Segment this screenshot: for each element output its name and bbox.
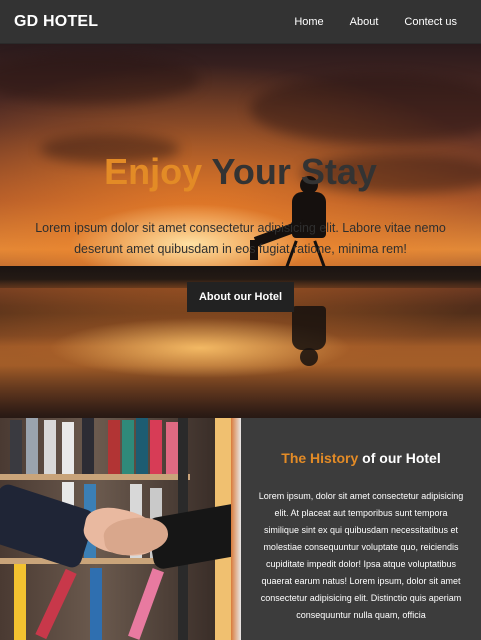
hero-title-rest: Your Stay (211, 151, 377, 192)
history-title-prefix: The (281, 450, 307, 466)
navbar: GD HOTEL Home About Contect us (0, 0, 481, 44)
history-title-suffix: of our Hotel (362, 450, 441, 466)
book (62, 422, 74, 474)
about-hotel-button[interactable]: About our Hotel (186, 282, 295, 312)
book (136, 418, 148, 474)
brand-logo[interactable]: GD HOTEL (14, 13, 98, 31)
nav-links: Home About Contect us (268, 16, 457, 28)
hero-description: Lorem ipsum dolor sit amet consectetur a… (35, 221, 446, 256)
book (166, 422, 178, 474)
hero-title: Enjoy Your Stay (0, 154, 481, 190)
shelf-plank (0, 474, 190, 480)
book (44, 420, 56, 474)
nav-link-about[interactable]: About (350, 16, 379, 28)
book (122, 420, 134, 474)
book (150, 420, 162, 474)
book (90, 568, 102, 640)
hero-title-accent: Enjoy (104, 151, 203, 192)
person-reflection (292, 306, 326, 350)
photo-edge-strip (231, 418, 241, 640)
book (10, 420, 22, 474)
hero-cloud (0, 54, 200, 104)
history-section: The History of our Hotel Lorem ipsum, do… (241, 418, 481, 640)
history-title-accent: History (310, 450, 359, 466)
book (14, 564, 26, 640)
nav-link-home[interactable]: Home (294, 16, 323, 28)
book (108, 420, 120, 474)
hero-section: Enjoy Your Stay Lorem ipsum dolor sit am… (0, 44, 481, 418)
book (82, 418, 94, 474)
person-reflection (300, 348, 318, 366)
nav-link-contact[interactable]: Contect us (404, 16, 457, 28)
hero-content: Enjoy Your Stay Lorem ipsum dolor sit am… (0, 154, 481, 312)
history-title: The History of our Hotel (241, 450, 481, 466)
hero-cloud (250, 74, 481, 144)
book (26, 418, 38, 474)
handshake-photo (0, 418, 241, 640)
history-description: Lorem ipsum, dolor sit amet consectetur … (258, 491, 464, 620)
